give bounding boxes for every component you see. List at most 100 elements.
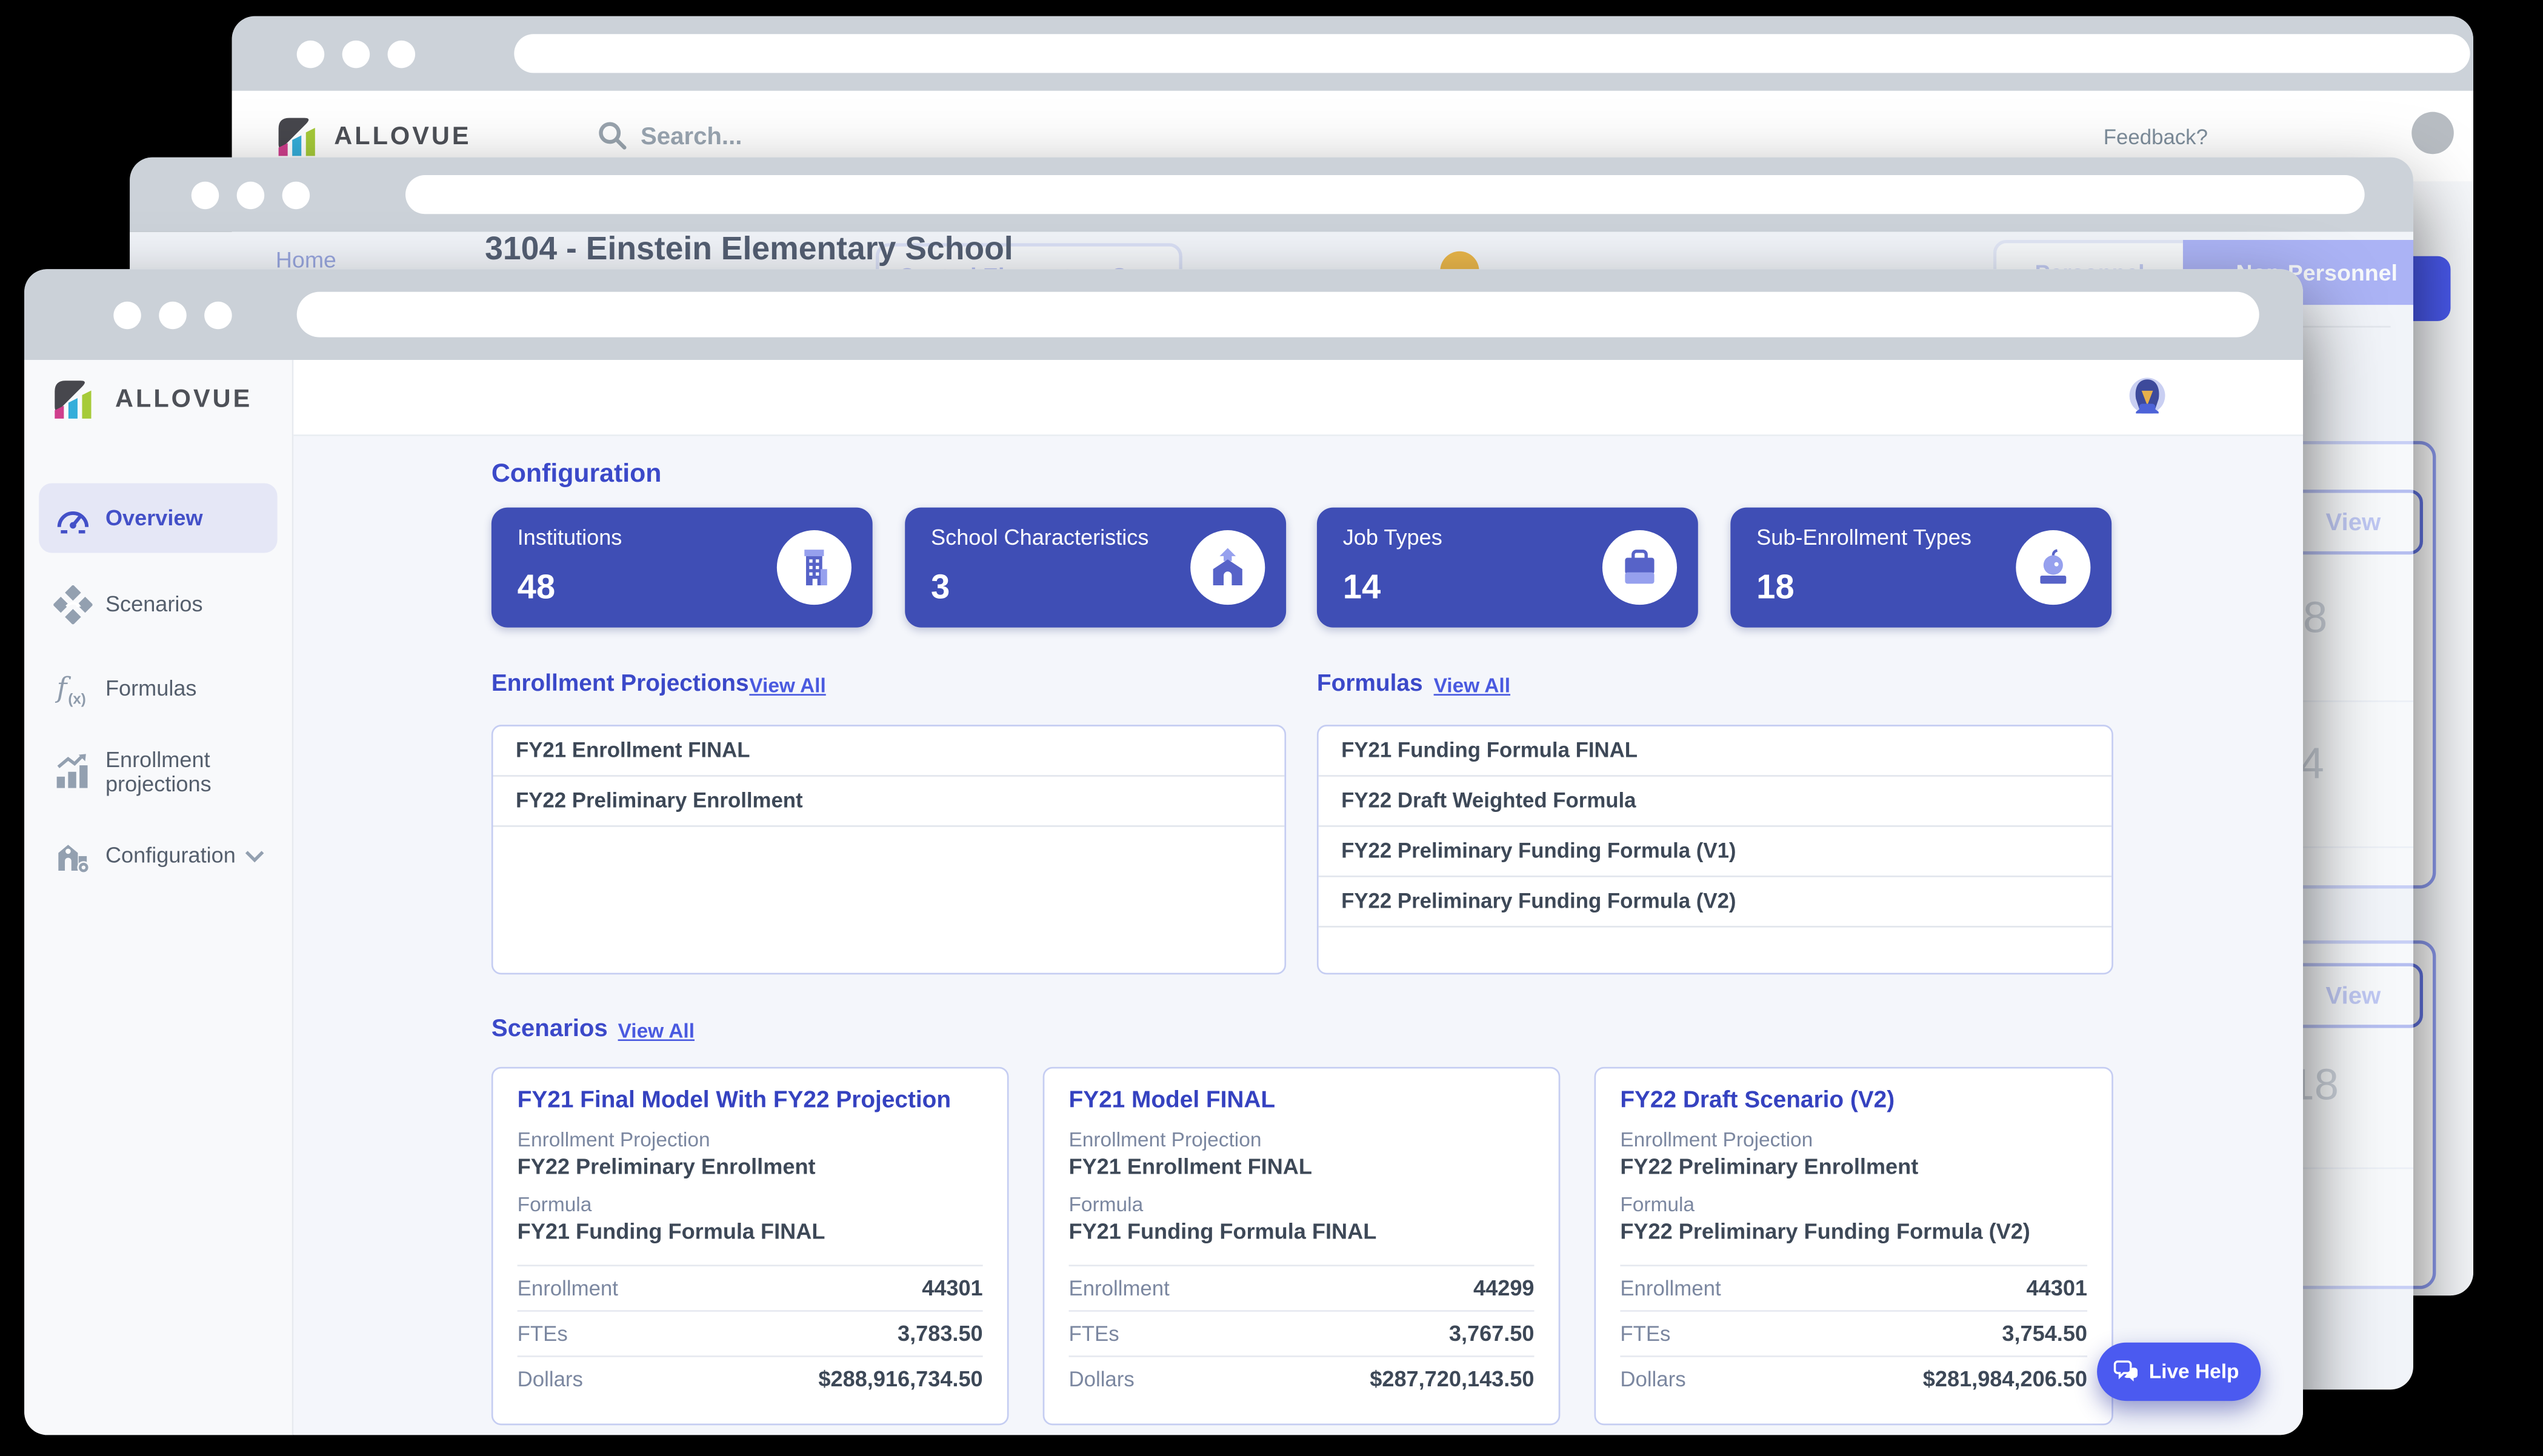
metric-row: Dollars $281,984,206.50 <box>1620 1357 2087 1401</box>
metric-value: 3,783.50 <box>898 1321 983 1346</box>
formula-label: Formula <box>1620 1194 2087 1216</box>
page-title: 3104 - Einstein Elementary School <box>485 232 1013 270</box>
breadcrumb[interactable]: Home <box>276 247 336 273</box>
enrollment-projection-label: Enrollment Projection <box>1068 1129 1534 1151</box>
list-item[interactable]: FY22 Preliminary Funding Formula (V2) <box>1319 877 2112 928</box>
chevron-down-icon <box>245 849 265 862</box>
stat-value: 3 <box>931 569 950 608</box>
metric-row: FTEs 3,783.50 <box>518 1312 983 1357</box>
scenario-card[interactable]: FY22 Draft Scenario (V2) Enrollment Proj… <box>1595 1067 2113 1425</box>
stat-value: 48 <box>518 569 556 608</box>
scenario-title: FY21 Model FINAL <box>1068 1088 1534 1114</box>
user-avatar[interactable] <box>2411 112 2454 155</box>
metric-label: FTEs <box>1068 1321 1119 1346</box>
window-controls[interactable] <box>192 182 310 209</box>
metric-label: Enrollment <box>518 1276 618 1300</box>
minimize-dot-icon[interactable] <box>237 182 264 209</box>
stat-value: 14 <box>1343 569 1381 608</box>
sidebar-item-label: Enrollment projections <box>105 747 248 796</box>
zoom-dot-icon[interactable] <box>204 302 232 329</box>
enrollment-projections-view-all-link[interactable]: View All <box>749 674 825 697</box>
stat-label: Institutions <box>518 525 622 550</box>
formulas-view-all-link[interactable]: View All <box>1434 674 1510 697</box>
metric-row: Enrollment 44301 <box>1620 1266 2087 1312</box>
enrollment-projection-value: FY22 Preliminary Enrollment <box>518 1154 983 1178</box>
school-gear-icon <box>53 836 92 874</box>
zoom-dot-icon[interactable] <box>282 182 310 209</box>
schoolhouse-icon <box>1207 547 1249 589</box>
list-item[interactable]: FY22 Preliminary Funding Formula (V1) <box>1319 827 2112 877</box>
zoom-dot-icon[interactable] <box>388 41 415 68</box>
url-bar[interactable] <box>405 175 2365 214</box>
front-browser-window: ALLOVUE Overview <box>24 269 2303 1435</box>
minimize-dot-icon[interactable] <box>159 302 186 329</box>
stat-value: 18 <box>1756 569 1795 608</box>
scenario-card[interactable]: FY21 Model FINAL Enrollment Projection F… <box>1043 1067 1561 1425</box>
scenarios-heading: Scenarios <box>492 1015 608 1042</box>
stat-card-institutions[interactable]: Institutions 48 <box>492 508 873 628</box>
allovue-logo-icon <box>273 112 321 161</box>
stat-icon-circle <box>1602 530 1677 605</box>
formula-value: FY21 Funding Formula FINAL <box>1068 1219 1534 1243</box>
list-item[interactable]: FY22 Draft Weighted Formula <box>1319 777 2112 827</box>
scenarios-view-all-link[interactable]: View All <box>618 1020 695 1042</box>
metric-value: $288,916,734.50 <box>818 1367 982 1391</box>
scenario-title: FY21 Final Model With FY22 Projection <box>518 1088 983 1114</box>
list-item[interactable]: FY21 Funding Formula FINAL <box>1319 726 2112 777</box>
url-bar[interactable] <box>297 292 2259 337</box>
feedback-link[interactable]: Feedback? <box>2104 125 2208 149</box>
chat-bubbles-icon <box>2113 1360 2139 1383</box>
stat-card-job-types[interactable]: Job Types 14 <box>1317 508 1698 628</box>
sidebar-item-label: Formulas <box>105 676 197 700</box>
window-controls[interactable] <box>297 41 415 68</box>
close-dot-icon[interactable] <box>192 182 219 209</box>
speedometer-icon <box>53 499 92 537</box>
composition: ALLOVUE Search... Feedback? Central Elem… <box>0 0 2543 1456</box>
minimize-dot-icon[interactable] <box>342 41 370 68</box>
live-help-button[interactable]: Live Help <box>2097 1343 2260 1401</box>
building-icon <box>793 547 836 589</box>
close-dot-icon[interactable] <box>113 302 141 329</box>
metric-row: Dollars $287,720,143.50 <box>1068 1357 1534 1401</box>
metric-value: 44301 <box>2027 1276 2087 1300</box>
metric-value: 3,767.50 <box>1449 1321 1535 1346</box>
profile-avatar[interactable] <box>2128 376 2167 415</box>
formula-value: FY22 Preliminary Funding Formula (V2) <box>1620 1219 2087 1243</box>
fx-icon: f (x) <box>53 669 92 708</box>
sidebar-item-configuration[interactable]: Configuration <box>39 820 277 890</box>
stat-icon-circle <box>2016 530 2090 605</box>
stat-card-sub-enrollment-types[interactable]: Sub-Enrollment Types 18 <box>1730 508 2111 628</box>
formula-value: FY21 Funding Formula FINAL <box>518 1219 983 1243</box>
sidebar-item-label: Configuration <box>105 843 236 867</box>
formula-label: Formula <box>1068 1194 1534 1216</box>
formulas-list: FY21 Funding Formula FINAL FY22 Draft We… <box>1317 725 2113 974</box>
sidebar-item-label: Scenarios <box>105 592 203 616</box>
scenario-card[interactable]: FY21 Final Model With FY22 Projection En… <box>492 1067 1009 1425</box>
stat-label: School Characteristics <box>931 525 1148 550</box>
configuration-heading: Configuration <box>492 460 662 490</box>
briefcase-icon <box>1619 547 1661 589</box>
back-titlebar <box>232 16 2473 91</box>
enrollment-projections-heading: Enrollment Projections <box>492 671 749 697</box>
enrollment-projection-label: Enrollment Projection <box>1620 1129 2087 1151</box>
sidebar-item-enrollment-projections[interactable]: Enrollment projections <box>39 730 277 814</box>
window-controls[interactable] <box>113 302 232 329</box>
scenarios-diamond-icon <box>53 585 92 623</box>
list-item[interactable]: FY22 Preliminary Enrollment <box>493 777 1285 827</box>
metric-row: FTEs 3,767.50 <box>1068 1312 1534 1357</box>
front-main-header <box>293 360 2303 436</box>
list-item[interactable]: FY21 Enrollment FINAL <box>493 726 1285 777</box>
formula-label: Formula <box>518 1194 983 1216</box>
sidebar-item-overview[interactable]: Overview <box>39 483 277 553</box>
sidebar-item-scenarios[interactable]: Scenarios <box>39 569 277 639</box>
url-bar[interactable] <box>514 34 2470 73</box>
sidebar-item-formulas[interactable]: f (x) Formulas <box>39 653 277 723</box>
search-input[interactable]: Search... <box>641 123 742 150</box>
live-help-label: Live Help <box>2149 1360 2239 1383</box>
allovue-logo-icon <box>48 374 97 423</box>
enrollment-projection-value: FY22 Preliminary Enrollment <box>1620 1154 2087 1178</box>
stat-card-school-characteristics[interactable]: School Characteristics 3 <box>905 508 1286 628</box>
close-dot-icon[interactable] <box>297 41 324 68</box>
summary-value: 8 <box>2303 593 2327 643</box>
metric-value: 3,754.50 <box>2002 1321 2087 1346</box>
